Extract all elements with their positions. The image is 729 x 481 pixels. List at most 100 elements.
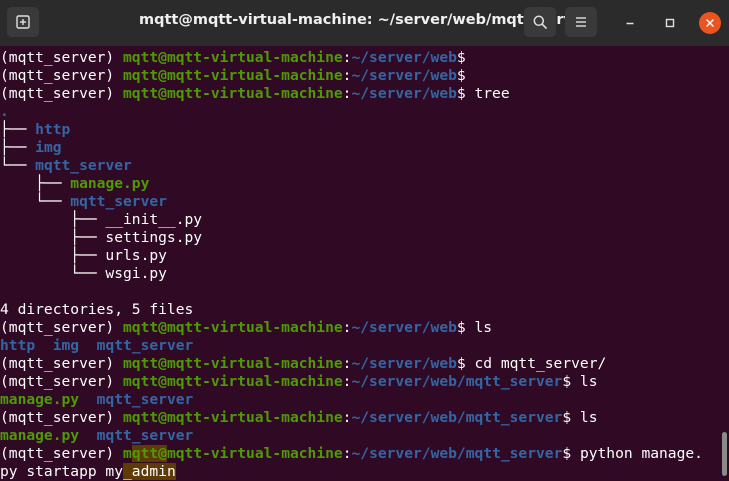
terminal-text-segment: ~/server/web xyxy=(351,49,457,66)
terminal-text-segment: mqtt@mqtt-virtual-machine xyxy=(123,85,343,102)
terminal-text-segment: manage.py xyxy=(0,391,80,408)
new-tab-button[interactable] xyxy=(7,7,39,37)
terminal-text-segment: (mqtt_server) xyxy=(0,85,124,102)
terminal-line: manage.py mqtt_server xyxy=(0,391,729,409)
terminal-text-segment: ~/server/web/mqtt_server xyxy=(351,445,563,462)
terminal-text-segment: _admin xyxy=(123,463,176,480)
terminal-text-segment: mqtt-virtual-machine xyxy=(166,445,343,462)
terminal-text-segment: mqtt@mqtt-virtual-machine xyxy=(123,373,343,390)
terminal-text-segment: mqtt_server xyxy=(96,391,194,408)
terminal-text-segment: ├── xyxy=(0,175,71,192)
terminal-line: manage.py mqtt_server xyxy=(0,427,729,445)
terminal-text-segment: qtt@ xyxy=(131,445,167,462)
terminal-output[interactable]: (mqtt_server) mqtt@mqtt-virtual-machine:… xyxy=(0,49,729,481)
terminal-text-segment: : xyxy=(342,445,352,462)
terminal-line: └── mqtt_server xyxy=(0,157,729,175)
terminal-line: (mqtt_server) mqtt@mqtt-virtual-machine:… xyxy=(0,355,729,373)
terminal-text-segment: ├── xyxy=(0,121,36,138)
title-bar: mqtt@mqtt-virtual-machine: ~/server/web/… xyxy=(0,0,729,46)
terminal-text-segment: py startapp my xyxy=(0,463,124,480)
terminal-line: └── wsgi.py xyxy=(0,265,729,283)
maximize-button[interactable] xyxy=(659,12,681,34)
terminal-text-segment: ~/server/web xyxy=(351,319,457,336)
terminal-text-segment: ├── settings.py xyxy=(0,229,203,246)
search-icon xyxy=(533,15,547,29)
terminal-text-segment: (mqtt_server) xyxy=(0,445,124,462)
terminal-text-segment: └── xyxy=(0,157,36,174)
terminal-line: (mqtt_server) mqtt@mqtt-virtual-machine:… xyxy=(0,67,729,85)
terminal-text-segment: $ xyxy=(456,67,466,84)
close-icon xyxy=(706,19,714,27)
terminal-text-segment: (mqtt_server) xyxy=(0,355,124,372)
terminal-line: ├── manage.py xyxy=(0,175,729,193)
minimize-icon xyxy=(626,22,634,25)
terminal-text-segment: mqtt@mqtt-virtual-machine xyxy=(123,67,343,84)
terminal-text-segment: mqtt@mqtt-virtual-machine xyxy=(123,355,343,372)
search-button[interactable] xyxy=(524,7,556,37)
terminal-text-segment: ├── xyxy=(0,139,36,156)
terminal-line: └── mqtt_server xyxy=(0,193,729,211)
terminal-text-segment: m xyxy=(123,445,132,462)
terminal-line: (mqtt_server) mqtt@mqtt-virtual-machine:… xyxy=(0,85,729,103)
terminal-line: (mqtt_server) mqtt@mqtt-virtual-machine:… xyxy=(0,373,729,391)
terminal-text-segment: $ xyxy=(456,49,466,66)
terminal-line: http img mqtt_server xyxy=(0,337,729,355)
terminal-text-segment: (mqtt_server) xyxy=(0,373,124,390)
terminal-scrollbar[interactable] xyxy=(722,432,727,476)
terminal-window: mqtt@mqtt-virtual-machine: ~/server/web/… xyxy=(0,0,729,481)
terminal-text-segment: $ cd mqtt_server/ xyxy=(456,355,607,372)
terminal-line: . xyxy=(0,103,729,121)
terminal-text-segment: img xyxy=(52,337,80,354)
terminal-line: ├── img xyxy=(0,139,729,157)
terminal-text-segment: manage.py xyxy=(0,427,80,444)
terminal-text-segment: mqtt_server xyxy=(70,193,167,210)
terminal-line: ├── urls.py xyxy=(0,247,729,265)
new-tab-icon xyxy=(16,15,30,29)
terminal-text-segment: mqtt_server xyxy=(35,157,132,174)
terminal-text-segment: ~/server/web/mqtt_server xyxy=(351,373,563,390)
terminal-text-segment: http xyxy=(0,337,36,354)
minimize-button[interactable] xyxy=(619,12,641,34)
terminal-text-segment: manage.py xyxy=(70,175,150,192)
terminal-text-segment: ~/server/web/mqtt_server xyxy=(351,409,563,426)
terminal-text-segment: $ ls xyxy=(562,409,598,426)
terminal-text-segment: ~/server/web xyxy=(351,355,457,372)
terminal-text-segment: ~/server/web xyxy=(351,67,457,84)
terminal-text-segment: $ tree xyxy=(456,85,510,102)
terminal-text-segment: ~/server/web xyxy=(351,85,457,102)
terminal-line: (mqtt_server) mqtt@mqtt-virtual-machine:… xyxy=(0,319,729,337)
terminal-line: (mqtt_server) mqtt@mqtt-virtual-machine:… xyxy=(0,445,729,463)
terminal-text-segment: ├── urls.py xyxy=(0,247,167,264)
terminal-text-segment: (mqtt_server) xyxy=(0,49,124,66)
maximize-icon xyxy=(665,18,675,28)
hamburger-menu-icon xyxy=(576,17,586,27)
terminal-text-segment: $ ls xyxy=(562,373,598,390)
terminal-text-segment: mqtt_server xyxy=(96,427,194,444)
close-button[interactable] xyxy=(699,12,721,34)
terminal-text-segment: (mqtt_server) xyxy=(0,67,124,84)
terminal-line: (mqtt_server) mqtt@mqtt-virtual-machine:… xyxy=(0,49,729,67)
terminal-line: ├── __init__.py xyxy=(0,211,729,229)
terminal-text-segment: mqtt_server xyxy=(96,337,194,354)
terminal-line: (mqtt_server) mqtt@mqtt-virtual-machine:… xyxy=(0,409,729,427)
menu-button[interactable] xyxy=(565,7,597,37)
terminal-text-segment: $ ls xyxy=(456,319,493,336)
terminal-line: ├── settings.py xyxy=(0,229,729,247)
terminal-text-segment: $ python manage. xyxy=(562,445,703,462)
terminal-text-segment: (mqtt_server) xyxy=(0,319,124,336)
terminal-text-segment: mqtt@mqtt-virtual-machine xyxy=(123,409,343,426)
terminal-line: 4 directories, 5 files xyxy=(0,301,729,319)
terminal-line: ├── http xyxy=(0,121,729,139)
terminal-line: py startapp my_admin xyxy=(0,463,729,481)
terminal-text-segment: mqtt@mqtt-virtual-machine xyxy=(123,319,343,336)
terminal-text-segment: 4 directories, 5 files xyxy=(0,301,194,318)
terminal-text-segment: ├── __init__.py xyxy=(0,211,203,228)
terminal-text-segment: └── xyxy=(0,193,71,210)
terminal-text-segment: (mqtt_server) xyxy=(0,409,124,426)
terminal-text-segment: http xyxy=(35,121,71,138)
